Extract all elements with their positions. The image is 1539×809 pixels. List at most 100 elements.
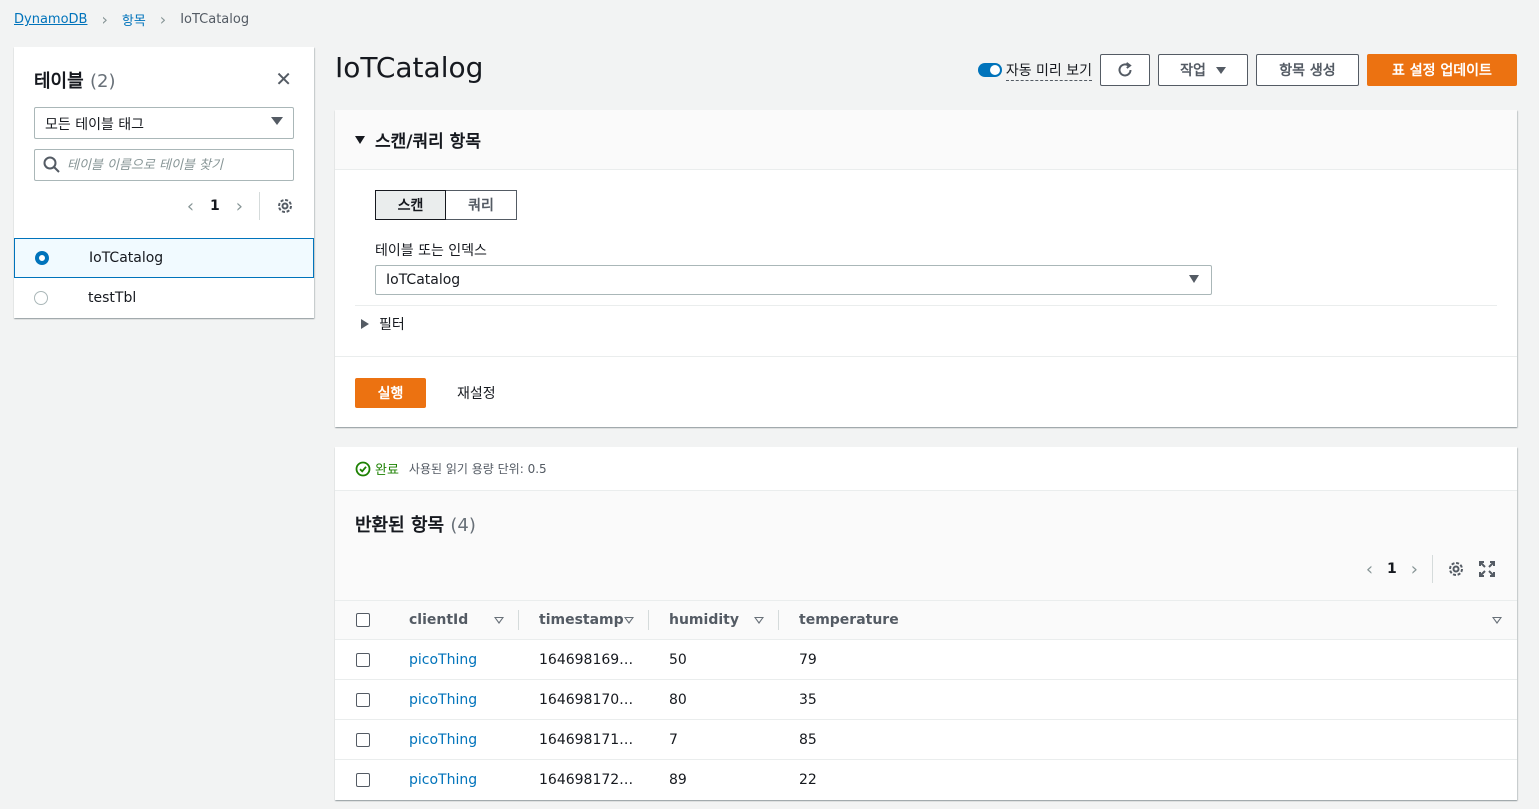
create-item-button[interactable]: 항목 생성: [1256, 54, 1359, 86]
results-pagination: ‹ 1 ›: [1366, 555, 1495, 583]
actions-button-label: 작업: [1180, 63, 1206, 79]
row-checkbox[interactable]: [356, 692, 370, 707]
timestamp-cell: 164698169…: [539, 651, 634, 668]
temperature-cell: 85: [799, 731, 817, 748]
table-list-item-testtbl[interactable]: testTbl: [14, 278, 314, 318]
column-header-temperature[interactable]: temperature: [799, 612, 899, 628]
clientid-link[interactable]: picoThing: [409, 692, 477, 708]
tables-panel-title: 테이블 (2): [34, 67, 115, 93]
column-header-humidity[interactable]: humidity: [669, 612, 739, 628]
status-badge: 완료: [355, 459, 399, 478]
refresh-icon: [1118, 62, 1132, 77]
create-item-label: 항목 생성: [1279, 63, 1336, 79]
breadcrumb-current: IoTCatalog: [180, 12, 250, 27]
chevron-right-icon[interactable]: ›: [1411, 559, 1418, 580]
filter-label: 필터: [379, 317, 405, 333]
column-header-clientid[interactable]: clientId: [409, 612, 468, 628]
timestamp-cell: 164698172…: [539, 772, 634, 788]
fullscreen-icon[interactable]: [1479, 561, 1495, 577]
table-or-index-value: IoTCatalog: [386, 272, 461, 288]
sort-icon[interactable]: [624, 616, 634, 624]
sort-icon[interactable]: [494, 616, 504, 624]
chevron-left-icon[interactable]: ‹: [187, 196, 194, 217]
filter-expander[interactable]: 필터: [355, 305, 1497, 334]
table-search-input[interactable]: [67, 155, 287, 175]
close-icon[interactable]: ✕: [275, 67, 292, 91]
table-row[interactable]: picoThing 164698171… 7 85: [335, 720, 1517, 760]
auto-preview-toggle[interactable]: 자동 미리 보기: [977, 60, 1092, 81]
tables-page-number[interactable]: 1: [210, 198, 220, 214]
caret-down-icon: [271, 117, 283, 125]
sort-icon[interactable]: [754, 616, 764, 624]
auto-preview-label: 자동 미리 보기: [1005, 60, 1092, 81]
results-title-text: 반환된 항목: [355, 515, 445, 536]
clientid-link[interactable]: picoThing: [409, 652, 477, 668]
run-button[interactable]: 실행: [355, 378, 426, 408]
actions-button[interactable]: 작업: [1158, 54, 1248, 86]
table-name: IoTCatalog: [89, 250, 164, 266]
table-row[interactable]: picoThing 164698172… 89 22: [335, 760, 1517, 800]
sort-icon[interactable]: [1492, 616, 1502, 624]
radio-selected-icon[interactable]: [35, 251, 49, 265]
table-tag-select-value: 모든 테이블 태그: [45, 117, 145, 133]
clientid-link[interactable]: picoThing: [409, 772, 477, 788]
gear-icon[interactable]: [1447, 560, 1465, 578]
scan-query-panel: 스캔/쿼리 항목 스캔 쿼리 테이블 또는 인덱스 IoTCatalog 필터 …: [335, 110, 1517, 427]
table-row[interactable]: picoThing 164698170… 80 35: [335, 680, 1517, 720]
tables-count: (2): [89, 71, 116, 92]
row-checkbox[interactable]: [356, 732, 370, 747]
toggle-switch-icon[interactable]: [977, 63, 1002, 77]
read-capacity-units: 사용된 읽기 용량 단위: 0.5: [408, 462, 547, 476]
column-header-timestamp[interactable]: timestamp: [539, 612, 624, 628]
tables-panel: 테이블 (2) ✕ 모든 테이블 태그 ‹ 1 › IoTCatalog tes…: [14, 47, 314, 318]
temperature-cell: 22: [799, 772, 817, 788]
header-toolbar: 자동 미리 보기 작업 항목 생성 표 설정 업데이트: [977, 54, 1517, 86]
chevron-right-icon: ›: [101, 10, 108, 29]
scan-query-header[interactable]: 스캔/쿼리 항목: [335, 110, 1517, 170]
table-name: testTbl: [88, 290, 137, 306]
table-row[interactable]: picoThing 164698169… 50 79: [335, 640, 1517, 680]
tab-scan[interactable]: 스캔: [375, 190, 446, 220]
column-resizer[interactable]: [648, 610, 649, 630]
timestamp-cell: 164698170…: [539, 691, 634, 708]
tables-panel-title-text: 테이블: [34, 71, 84, 92]
tables-pagination: ‹ 1 ›: [187, 192, 294, 220]
scan-query-title: 스캔/쿼리 항목: [375, 132, 481, 152]
table-list-item-iotcatalog[interactable]: IoTCatalog: [14, 238, 314, 278]
results-title: 반환된 항목 (4): [355, 511, 476, 537]
select-all-checkbox[interactable]: [356, 613, 370, 627]
column-resizer[interactable]: [778, 610, 779, 630]
gear-icon[interactable]: [276, 197, 294, 215]
scan-query-segmented-control: 스캔 쿼리: [375, 190, 517, 220]
clientid-link[interactable]: picoThing: [409, 732, 477, 748]
chevron-left-icon[interactable]: ‹: [1366, 559, 1373, 580]
query-status-bar: 완료 사용된 읽기 용량 단위: 0.5: [335, 447, 1517, 491]
results-page-number[interactable]: 1: [1387, 561, 1397, 577]
breadcrumb-items-link[interactable]: 항목: [122, 10, 146, 29]
chevron-right-icon: ›: [159, 10, 167, 29]
divider: [1432, 555, 1433, 583]
results-count: (4): [450, 515, 476, 536]
update-table-settings-button[interactable]: 표 설정 업데이트: [1367, 54, 1517, 86]
column-resizer[interactable]: [518, 610, 519, 630]
breadcrumb: DynamoDB › 항목 › IoTCatalog: [14, 10, 249, 29]
reset-button[interactable]: 재설정: [457, 383, 496, 403]
scan-query-footer: 실행 재설정: [335, 356, 1517, 427]
timestamp-cell: 164698171…: [539, 731, 634, 748]
tab-query[interactable]: 쿼리: [446, 190, 517, 220]
table-tag-select[interactable]: 모든 테이블 태그: [34, 107, 294, 139]
temperature-cell: 79: [799, 651, 817, 668]
humidity-cell: 7: [669, 731, 678, 748]
humidity-cell: 80: [669, 691, 687, 708]
table-search-field[interactable]: [34, 149, 294, 181]
table-or-index-select[interactable]: IoTCatalog: [375, 265, 1212, 295]
row-checkbox[interactable]: [356, 773, 370, 787]
row-checkbox[interactable]: [356, 652, 370, 667]
radio-icon[interactable]: [34, 291, 48, 305]
refresh-button[interactable]: [1100, 54, 1150, 86]
chevron-right-icon[interactable]: ›: [236, 196, 243, 217]
results-header: 반환된 항목 (4) ‹ 1 ›: [335, 491, 1517, 600]
temperature-cell: 35: [799, 691, 817, 708]
search-icon: [43, 156, 60, 173]
breadcrumb-dynamodb-link[interactable]: DynamoDB: [14, 12, 87, 27]
